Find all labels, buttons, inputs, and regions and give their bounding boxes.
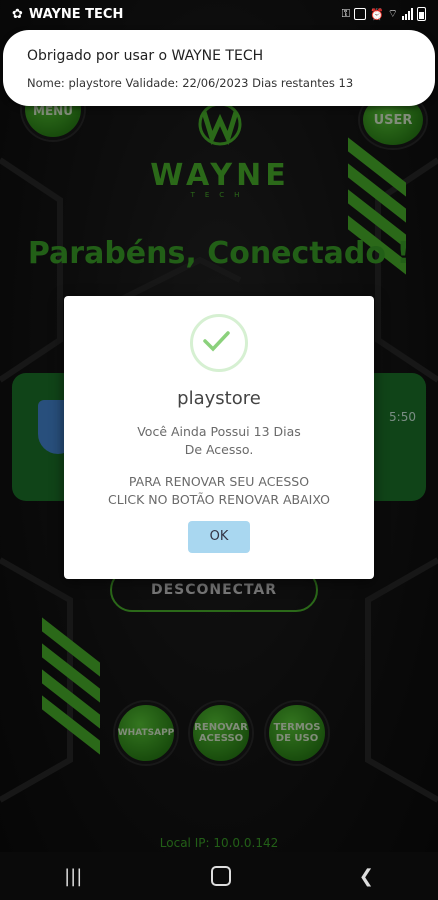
info-dialog: playstore Você Ainda Possui 13 Dias De A… [64, 296, 374, 579]
notification-details: Nome: playstore Validade: 22/06/2023 Dia… [27, 76, 354, 90]
signal-icon [402, 8, 413, 20]
system-nav-bar: ||| ❮ [0, 852, 438, 900]
dialog-message-line4: CLICK NO BOTÃO RENOVAR ABAIXO [108, 492, 330, 507]
notification-title: Obrigado por usar o WAYNE TECH [27, 48, 264, 64]
key-icon: ⚿ [341, 7, 350, 20]
dialog-message: Você Ainda Possui 13 Dias De Acesso. [64, 423, 374, 459]
dialog-renew-message: PARA RENOVAR SEU ACESSO CLICK NO BOTÃO R… [64, 473, 374, 509]
back-icon[interactable]: ❮ [359, 866, 374, 887]
app-notification-icon: ✿ [12, 6, 23, 22]
home-icon[interactable] [210, 866, 231, 886]
ok-button[interactable]: OK [188, 521, 250, 553]
dialog-message-line3: PARA RENOVAR SEU ACESSO [128, 474, 310, 489]
notification-banner[interactable]: Obrigado por usar o WAYNE TECH Nome: pla… [3, 30, 435, 106]
success-check-icon [190, 314, 248, 372]
recents-icon[interactable]: ||| [64, 866, 82, 887]
alarm-icon: ⏰ [369, 7, 384, 21]
wifi-icon: ⌔ [387, 7, 398, 20]
sim-icon [353, 8, 366, 20]
status-app-name: WAYNE TECH [28, 6, 124, 22]
dialog-message-line2: De Acesso. [184, 442, 254, 457]
status-bar: ✿ WAYNE TECH ⚿ ⏰ ⌔ [0, 0, 438, 28]
battery-icon [417, 7, 426, 21]
dialog-message-line1: Você Ainda Possui 13 Dias [137, 424, 301, 439]
dialog-title: playstore [177, 388, 261, 409]
